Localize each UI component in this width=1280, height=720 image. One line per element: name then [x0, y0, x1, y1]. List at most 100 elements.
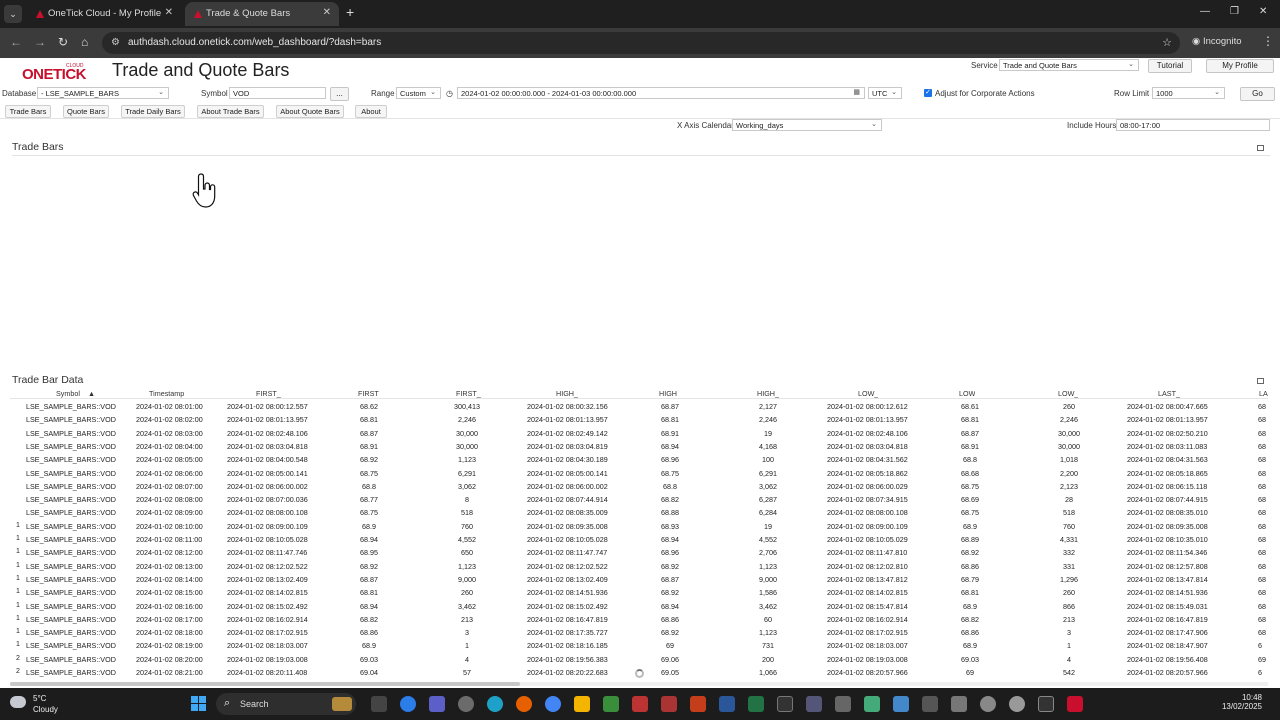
database-select[interactable]: - LSE_SAMPLE_BARS ⌄ — [37, 87, 169, 99]
table-row[interactable]: 1 LSE_SAMPLE_BARS::VOD 2024-01-02 08:17:00… — [10, 613, 1268, 626]
column-header[interactable]: HIGH_ — [556, 389, 578, 398]
table-row[interactable]: LSE_SAMPLE_BARS::VOD 2024-01-02 08:06:00 2… — [10, 467, 1268, 480]
table-row[interactable]: 1 LSE_SAMPLE_BARS::VOD 2024-01-02 08:16:00… — [10, 600, 1268, 613]
date-range-input[interactable]: 2024-01-02 00:00:00.000 - 2024-01-03 00:… — [457, 87, 865, 99]
app-icon[interactable] — [864, 696, 880, 712]
site-info-icon[interactable]: ⚙ — [111, 37, 120, 48]
table-row[interactable]: LSE_SAMPLE_BARS::VOD 2024-01-02 08:03:00 2… — [10, 427, 1268, 440]
column-header[interactable]: FIRST — [358, 389, 379, 398]
calendar-icon[interactable]: ▦ — [853, 88, 860, 96]
table-row[interactable]: 1 LSE_SAMPLE_BARS::VOD 2024-01-02 08:10:00… — [10, 520, 1268, 533]
pdf-icon[interactable] — [661, 696, 677, 712]
sort-ascending-icon[interactable]: ▲ — [88, 389, 95, 398]
service-select[interactable]: Trade and Quote Bars ⌄ — [999, 59, 1139, 71]
app-icon[interactable] — [922, 696, 938, 712]
column-header[interactable]: LOW_ — [858, 389, 878, 398]
horizontal-scrollbar[interactable] — [10, 682, 1268, 686]
file-explorer-icon[interactable] — [574, 696, 590, 712]
table-row[interactable]: LSE_SAMPLE_BARS::VOD 2024-01-02 08:08:00 2… — [10, 493, 1268, 506]
tab-about[interactable]: About — [355, 105, 387, 118]
powerpoint-icon[interactable] — [690, 696, 706, 712]
taskbar-search-input[interactable]: ⌕ Search — [216, 693, 356, 715]
tab-trade-daily-bars[interactable]: Trade Daily Bars — [121, 105, 185, 118]
tab-about-quote-bars[interactable]: About Quote Bars — [276, 105, 344, 118]
github-icon[interactable] — [458, 696, 474, 712]
table-row[interactable]: LSE_SAMPLE_BARS::VOD 2024-01-02 08:01:00 2… — [10, 400, 1268, 413]
new-tab-icon[interactable]: + — [346, 4, 354, 20]
notepad-icon[interactable] — [603, 696, 619, 712]
range-select[interactable]: Custom ⌄ — [396, 87, 441, 99]
windows-start-icon[interactable] — [191, 696, 207, 712]
maximize-panel-icon[interactable] — [1257, 145, 1264, 151]
browser-tab-profile[interactable]: OneTick Cloud - My Profile ✕ — [27, 2, 181, 26]
minimize-icon[interactable]: — — [1200, 6, 1210, 17]
system-clock[interactable]: 10:48 13/02/2025 — [1212, 693, 1262, 711]
table-row[interactable]: LSE_SAMPLE_BARS::VOD 2024-01-02 08:05:00 2… — [10, 453, 1268, 466]
home-icon[interactable]: ⌂ — [81, 35, 88, 49]
teams-icon[interactable] — [429, 696, 445, 712]
settings-icon[interactable] — [1009, 696, 1025, 712]
tab-about-trade-bars[interactable]: About Trade Bars — [197, 105, 264, 118]
edge-icon[interactable] — [487, 696, 503, 712]
column-header[interactable]: Symbol — [56, 389, 80, 398]
tab-search-dropdown[interactable]: ⌄ — [4, 5, 22, 23]
maximize-panel-icon[interactable] — [1257, 378, 1264, 384]
column-header[interactable]: LOW — [959, 389, 975, 398]
table-row[interactable]: LSE_SAMPLE_BARS::VOD 2024-01-02 08:02:00 2… — [10, 413, 1268, 426]
terminal-icon[interactable] — [1038, 696, 1054, 712]
incognito-indicator[interactable]: ◉ Incognito — [1192, 36, 1242, 47]
table-row[interactable]: 1 LSE_SAMPLE_BARS::VOD 2024-01-02 08:12:00… — [10, 546, 1268, 559]
x-axis-calendar-select[interactable]: Working_days ⌄ — [732, 119, 882, 131]
chrome-icon[interactable] — [545, 696, 561, 712]
excel-icon[interactable] — [748, 696, 764, 712]
table-row[interactable]: 1 LSE_SAMPLE_BARS::VOD 2024-01-02 08:19:00… — [10, 639, 1268, 652]
app-icon[interactable] — [632, 696, 648, 712]
column-header[interactable]: LAST_ — [1158, 389, 1180, 398]
table-row[interactable]: 2 LSE_SAMPLE_BARS::VOD 2024-01-02 08:20:00… — [10, 653, 1268, 666]
firefox-icon[interactable] — [516, 696, 532, 712]
app-icon[interactable] — [980, 696, 996, 712]
forward-icon[interactable]: → — [34, 35, 46, 49]
column-header[interactable]: FIRST_ — [456, 389, 481, 398]
restore-icon[interactable]: ❐ — [1230, 6, 1239, 17]
column-header[interactable]: HIGH — [659, 389, 677, 398]
close-window-icon[interactable]: ✕ — [1259, 6, 1267, 17]
close-tab-icon[interactable]: ✕ — [323, 7, 331, 18]
back-icon[interactable]: ← — [10, 35, 22, 49]
go-button[interactable]: Go — [1240, 87, 1275, 101]
table-row[interactable]: LSE_SAMPLE_BARS::VOD 2024-01-02 08:04:00 2… — [10, 440, 1268, 453]
column-header[interactable]: HIGH_ — [757, 389, 779, 398]
symbol-picker-button[interactable]: ... — [330, 87, 349, 101]
onetick-app-icon[interactable] — [1067, 696, 1083, 712]
tab-quote-bars[interactable]: Quote Bars — [63, 105, 109, 118]
close-tab-icon[interactable]: ✕ — [165, 7, 173, 18]
column-header[interactable]: Timestamp — [149, 389, 184, 398]
column-header[interactable]: FIRST_ — [256, 389, 281, 398]
corporate-actions-checkbox[interactable]: ✓ — [924, 89, 932, 97]
app-icon[interactable] — [893, 696, 909, 712]
word-icon[interactable] — [719, 696, 735, 712]
column-header[interactable]: LA — [1259, 389, 1268, 398]
tab-trade-bars[interactable]: Trade Bars — [5, 105, 51, 118]
browser-menu-icon[interactable]: ⋮ — [1262, 34, 1274, 48]
browser-tab-bars[interactable]: Trade & Quote Bars ✕ — [185, 2, 339, 26]
weather-widget[interactable]: 5°C Cloudy — [10, 692, 70, 716]
symbol-input[interactable]: VOD — [229, 87, 326, 99]
table-row[interactable]: 1 LSE_SAMPLE_BARS::VOD 2024-01-02 08:11:00… — [10, 533, 1268, 546]
column-header[interactable]: LOW_ — [1058, 389, 1078, 398]
reload-icon[interactable]: ↻ — [58, 35, 68, 49]
app-icon[interactable] — [951, 696, 967, 712]
tutorial-button[interactable]: Tutorial — [1148, 59, 1192, 73]
my-profile-button[interactable]: My Profile — [1206, 59, 1274, 73]
table-row[interactable]: 1 LSE_SAMPLE_BARS::VOD 2024-01-02 08:13:00… — [10, 560, 1268, 573]
app-icon[interactable] — [835, 696, 851, 712]
terminal-icon[interactable] — [777, 696, 793, 712]
copilot-icon[interactable] — [400, 696, 416, 712]
table-row[interactable]: LSE_SAMPLE_BARS::VOD 2024-01-02 08:09:00 2… — [10, 506, 1268, 519]
table-row[interactable]: LSE_SAMPLE_BARS::VOD 2024-01-02 08:07:00 2… — [10, 480, 1268, 493]
timezone-select[interactable]: UTC ⌄ — [868, 87, 902, 99]
row-limit-select[interactable]: 1000 ⌄ — [1152, 87, 1225, 99]
task-view-icon[interactable] — [371, 696, 387, 712]
scrollbar-thumb[interactable] — [10, 682, 520, 686]
bookmark-star-icon[interactable]: ☆ — [1162, 36, 1172, 49]
